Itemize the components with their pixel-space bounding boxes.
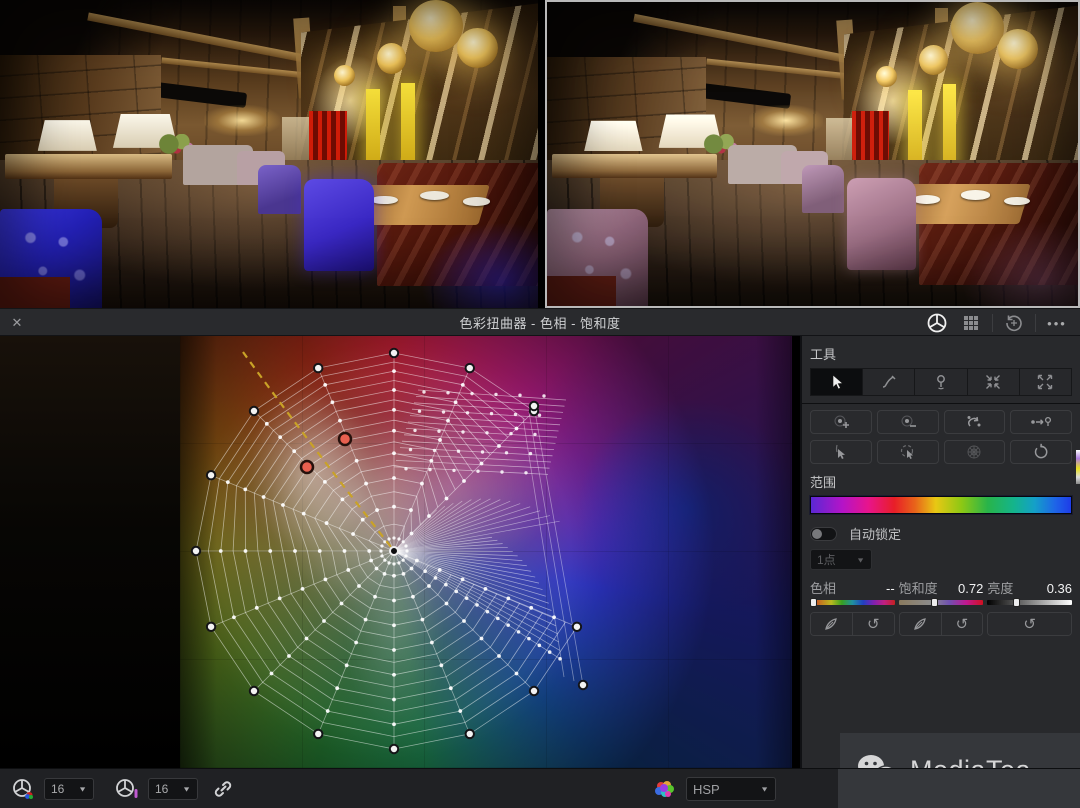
remove-point-button[interactable]	[876, 410, 939, 434]
color-wheel-view-icon[interactable]	[920, 312, 954, 334]
tool-mode-row	[810, 368, 1072, 396]
saturation-mini-slider[interactable]	[898, 598, 984, 607]
mesh-show-button[interactable]	[943, 440, 1006, 464]
bottom-toolbar: 16 ▼ 16 ▼ HSP ▼	[0, 768, 1080, 808]
colorspace-cube-icon	[652, 777, 676, 801]
hue-value: --	[886, 581, 895, 596]
chevron-down-icon: ▼	[182, 785, 191, 793]
hue-feather-button[interactable]	[811, 613, 853, 635]
sat-resolution-value: 16	[155, 782, 169, 796]
divider	[802, 403, 1080, 404]
reset-mesh-button[interactable]	[1010, 440, 1072, 464]
lasso-select-button[interactable]	[876, 440, 939, 464]
toggle-knob	[812, 528, 822, 539]
select-path-button[interactable]	[810, 440, 872, 464]
warper-canvas[interactable]	[0, 336, 800, 768]
chevron-down-icon: ▼	[760, 785, 769, 793]
workspace: 工具 范围 自动锁定 1点 ▼ 色相 -- ↺ 饱和度 0.72 ↺ 亮度 0.…	[0, 336, 1080, 808]
viewer-split	[0, 0, 1080, 308]
luminance-value: 0.36	[1046, 581, 1073, 596]
sat-resolution-dropdown[interactable]: 16 ▼	[148, 778, 198, 800]
hue-resolution-dropdown[interactable]: 16 ▼	[44, 778, 94, 800]
select-tool-button[interactable]	[811, 369, 864, 395]
hue-range-bar[interactable]	[809, 495, 1073, 515]
luminance-param: 亮度 0.36 ↺	[987, 578, 1073, 636]
hue-mini-slider[interactable]	[810, 598, 895, 607]
range-label: 范围	[810, 475, 837, 490]
chevron-down-icon: ▼	[78, 785, 87, 793]
slider-handle[interactable]	[810, 598, 817, 607]
mesh-edit-row-1	[810, 410, 1072, 434]
warper-titlebar: ✕ 色彩扭曲器 - 色相 - 饱和度 •••	[0, 308, 1080, 336]
image-after[interactable]	[545, 0, 1080, 308]
colorspace-value: HSP	[693, 781, 720, 797]
add-point-button[interactable]	[810, 410, 872, 434]
colorspace-dropdown[interactable]: HSP ▼	[686, 777, 776, 801]
pin-tool-button[interactable]	[915, 369, 968, 395]
auto-lock-toggle[interactable]	[810, 526, 837, 541]
slider-handle[interactable]	[1012, 598, 1020, 607]
edge-color-strip	[1076, 450, 1080, 484]
expand-tool-button[interactable]	[1020, 369, 1071, 395]
reset-history-icon[interactable]	[997, 312, 1031, 334]
cycle-points-button[interactable]	[943, 410, 1006, 434]
lock-points-value: 1点	[817, 553, 836, 567]
luminance-mini-slider[interactable]	[987, 598, 1073, 607]
link-icon[interactable]	[212, 778, 234, 800]
color-warper-window: ✕ 色彩扭曲器 - 色相 - 饱和度 ••• 工具 范围 自动锁定 1点 ▼ 色…	[0, 0, 1080, 808]
luminance-reset-button[interactable]: ↺	[988, 613, 1072, 635]
grid-view-icon[interactable]	[954, 312, 988, 334]
restaurant-scene-before	[0, 0, 538, 308]
tools-label: 工具	[810, 347, 837, 362]
vignette	[0, 0, 538, 308]
saturation-label: 饱和度	[898, 581, 938, 596]
hue-resolution-icon	[10, 777, 36, 801]
divider	[1035, 314, 1036, 332]
collapse-tool-button[interactable]	[968, 369, 1020, 395]
convert-to-pin-button[interactable]	[1010, 410, 1072, 434]
lock-points-dropdown[interactable]: 1点 ▼	[810, 549, 872, 570]
draw-tool-button[interactable]	[863, 369, 916, 395]
image-before[interactable]	[0, 0, 538, 308]
sat-resolution-icon	[114, 777, 140, 801]
hue-resolution-value: 16	[51, 782, 65, 796]
options-menu-icon[interactable]: •••	[1040, 312, 1074, 334]
vignette	[547, 2, 1078, 306]
mesh-edit-row-2	[810, 440, 1072, 464]
chevron-down-icon: ▼	[856, 555, 865, 564]
parameter-readouts: 色相 -- ↺ 饱和度 0.72 ↺ 亮度 0.36 ↺	[810, 578, 1073, 636]
saturation-feather-button[interactable]	[899, 613, 942, 635]
saturation-reset-button[interactable]: ↺	[941, 613, 983, 635]
slider-handle[interactable]	[930, 598, 938, 607]
restaurant-scene-after	[547, 2, 1078, 306]
color-warper-mesh[interactable]	[0, 336, 800, 768]
hue-reset-button[interactable]: ↺	[852, 613, 894, 635]
saturation-value: 0.72	[958, 581, 984, 596]
hue-param: 色相 -- ↺	[810, 578, 895, 636]
luminance-label: 亮度	[987, 581, 1014, 596]
watermark-block-lower	[838, 769, 1080, 808]
saturation-param: 饱和度 0.72 ↺	[898, 578, 984, 636]
auto-lock-row: 自动锁定	[810, 524, 1080, 543]
auto-lock-label: 自动锁定	[849, 527, 902, 542]
tools-panel: 工具 范围 自动锁定 1点 ▼ 色相 -- ↺ 饱和度 0.72 ↺ 亮度 0.…	[800, 336, 1080, 808]
hue-label: 色相	[810, 581, 837, 596]
divider	[992, 314, 993, 332]
panel-title: 色彩扭曲器 - 色相 - 饱和度	[459, 315, 621, 331]
close-icon[interactable]: ✕	[8, 314, 26, 332]
